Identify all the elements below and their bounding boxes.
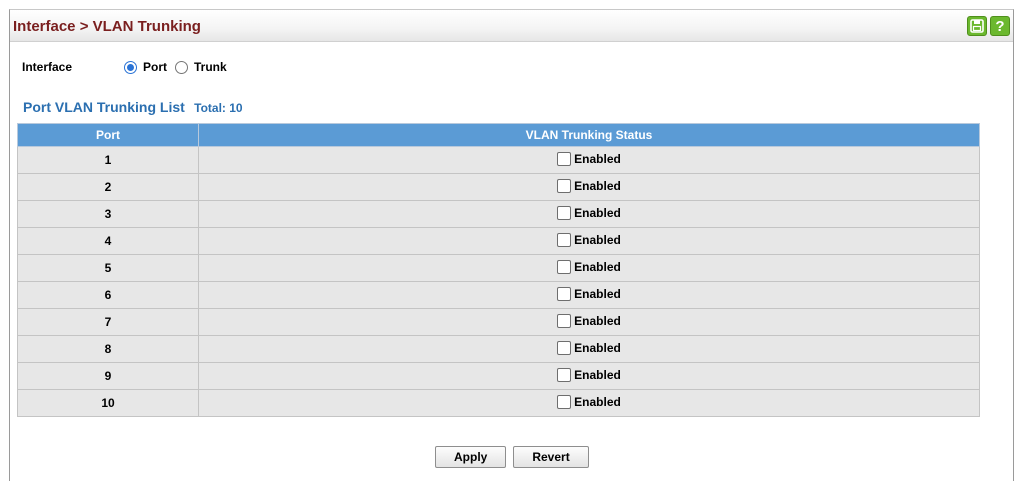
enabled-label: Enabled (574, 367, 621, 382)
port-cell: 1 (17, 146, 199, 174)
help-icon[interactable]: ? (990, 16, 1010, 36)
enabled-checkbox[interactable] (557, 367, 572, 382)
table-row: 6 Enabled (17, 281, 980, 309)
table-header-row: Port VLAN Trunking Status (17, 123, 980, 147)
table-row: 5 Enabled (17, 254, 980, 282)
port-trunking-table: Port VLAN Trunking Status 1 Enabled 2 Enabl… (17, 123, 980, 417)
interface-label: Interface (22, 60, 73, 74)
enabled-checkbox[interactable] (557, 205, 572, 220)
enabled-label: Enabled (574, 232, 621, 247)
radio-trunk[interactable]: Trunk (175, 60, 227, 74)
enabled-checkbox-wrap[interactable]: Enabled (557, 313, 621, 328)
list-title: Port VLAN Trunking List (23, 99, 185, 115)
port-cell: 4 (17, 227, 199, 255)
port-cell: 7 (17, 308, 199, 336)
radio-trunk-label: Trunk (194, 60, 227, 74)
list-total: Total: 10 (194, 101, 243, 115)
radio-port-circle[interactable] (124, 60, 137, 74)
enabled-checkbox[interactable] (557, 178, 572, 193)
list-heading: Port VLAN Trunking List Total: 10 (23, 99, 243, 115)
port-cell: 10 (17, 389, 199, 417)
table-row: 3 Enabled (17, 200, 980, 228)
enabled-label: Enabled (574, 178, 621, 193)
title-bar: Interface > VLAN Trunking ? (10, 10, 1013, 42)
enabled-label: Enabled (574, 259, 621, 274)
save-icon[interactable] (967, 16, 987, 36)
enabled-checkbox[interactable] (557, 286, 572, 301)
title-icons: ? (967, 16, 1010, 36)
status-cell: Enabled (198, 200, 980, 228)
status-cell: Enabled (198, 173, 980, 201)
enabled-label: Enabled (574, 313, 621, 328)
status-cell: Enabled (198, 254, 980, 282)
enabled-label: Enabled (574, 340, 621, 355)
enabled-checkbox-wrap[interactable]: Enabled (557, 232, 621, 247)
status-cell: Enabled (198, 146, 980, 174)
table-row: 9 Enabled (17, 362, 980, 390)
enabled-checkbox-wrap[interactable]: Enabled (557, 367, 621, 382)
apply-button[interactable]: Apply (435, 446, 507, 468)
table-row: 7 Enabled (17, 308, 980, 336)
enabled-checkbox-wrap[interactable]: Enabled (557, 178, 621, 193)
port-cell: 3 (17, 200, 199, 228)
status-cell: Enabled (198, 227, 980, 255)
port-cell: 9 (17, 362, 199, 390)
table-row: 1 Enabled (17, 146, 980, 174)
interface-selector: Interface Port Trunk (22, 59, 235, 75)
table-row: 10 Enabled (17, 389, 980, 417)
enabled-checkbox[interactable] (557, 340, 572, 355)
enabled-checkbox-wrap[interactable]: Enabled (557, 259, 621, 274)
table-row: 2 Enabled (17, 173, 980, 201)
status-cell: Enabled (198, 335, 980, 363)
table-row: 8 Enabled (17, 335, 980, 363)
column-header-port: Port (17, 123, 199, 147)
enabled-checkbox-wrap[interactable]: Enabled (557, 205, 621, 220)
port-cell: 5 (17, 254, 199, 282)
action-buttons: Apply Revert (435, 446, 589, 468)
table-body: 1 Enabled 2 Enabled 3 Enabled 4 Enabled 5 Enabled… (17, 146, 980, 417)
enabled-checkbox[interactable] (557, 232, 572, 247)
port-cell: 6 (17, 281, 199, 309)
enabled-checkbox-wrap[interactable]: Enabled (557, 394, 621, 409)
table-row: 4 Enabled (17, 227, 980, 255)
port-cell: 2 (17, 173, 199, 201)
status-cell: Enabled (198, 308, 980, 336)
port-cell: 8 (17, 335, 199, 363)
status-cell: Enabled (198, 281, 980, 309)
radio-trunk-circle[interactable] (175, 60, 188, 74)
enabled-checkbox[interactable] (557, 313, 572, 328)
enabled-checkbox[interactable] (557, 151, 572, 166)
enabled-label: Enabled (574, 151, 621, 166)
enabled-checkbox-wrap[interactable]: Enabled (557, 151, 621, 166)
radio-port[interactable]: Port (124, 60, 167, 74)
status-cell: Enabled (198, 389, 980, 417)
radio-port-label: Port (143, 60, 167, 74)
enabled-checkbox-wrap[interactable]: Enabled (557, 340, 621, 355)
status-cell: Enabled (198, 362, 980, 390)
page-title: Interface > VLAN Trunking (13, 18, 201, 35)
column-header-status: VLAN Trunking Status (198, 123, 980, 147)
enabled-label: Enabled (574, 286, 621, 301)
enabled-label: Enabled (574, 205, 621, 220)
enabled-label: Enabled (574, 394, 621, 409)
revert-button[interactable]: Revert (513, 446, 589, 468)
enabled-checkbox[interactable] (557, 259, 572, 274)
enabled-checkbox-wrap[interactable]: Enabled (557, 286, 621, 301)
save-icon-glyph (970, 19, 984, 33)
enabled-checkbox[interactable] (557, 394, 572, 409)
help-icon-glyph: ? (995, 17, 1005, 35)
